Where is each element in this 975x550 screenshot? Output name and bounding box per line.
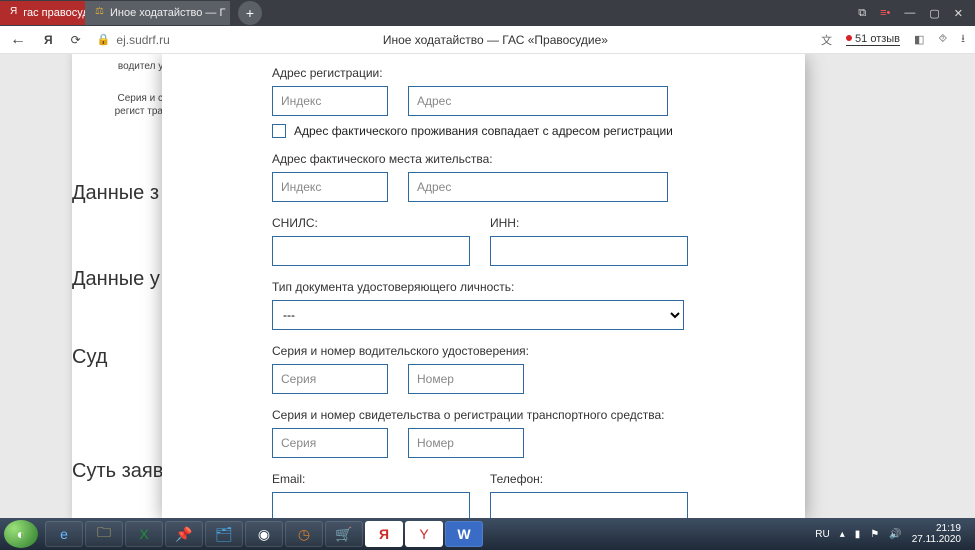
snils-input[interactable] [272,236,470,266]
page-viewport: водител удостове Серия и свидетел регист… [0,54,975,518]
yandex-logo-icon[interactable]: Я [44,33,53,47]
task-word-icon[interactable]: W [445,521,483,547]
tray-chevron-icon[interactable]: ▴ [840,529,845,540]
label-phone: Телефон: [490,472,688,486]
task-pin-icon[interactable]: 📌 [165,521,203,547]
tab-title: гас правосудие официаль [23,7,85,19]
reg-index-input[interactable] [272,86,388,116]
minimize-icon[interactable]: — [904,7,915,19]
scales-icon: ⚖ [95,6,104,20]
drv-series-input[interactable] [272,364,388,394]
same-addr-label: Адрес фактического проживания совпадает … [294,124,673,138]
start-button[interactable]: ◐ [4,520,38,548]
email-input[interactable] [272,492,470,518]
section-heading: Суть заяв [72,460,163,483]
new-tab-button[interactable]: + [238,1,262,25]
reg-addr-input[interactable] [408,86,668,116]
actual-index-input[interactable] [272,172,388,202]
task-cart-icon[interactable]: 🛒 [325,521,363,547]
same-addr-checkbox[interactable] [272,124,286,138]
tray-flag-icon[interactable]: ⚑ [870,529,879,540]
inn-input[interactable] [490,236,688,266]
label-snils: СНИЛС: [272,216,470,230]
task-folder-icon[interactable]: 🗂 [205,521,243,547]
label-drv-lic: Серия и номер водительского удостоверени… [272,344,783,358]
veh-number-input[interactable] [408,428,524,458]
label-inn: ИНН: [490,216,688,230]
maximize-icon[interactable]: ▢ [929,7,939,20]
phone-input[interactable] [490,492,688,518]
url-host: ej.sudrf.ru [116,33,169,47]
menu-dot-icon[interactable]: ≡• [880,7,890,19]
translate-icon[interactable]: 文 [821,32,832,48]
tray-battery-icon[interactable]: ▮ [855,529,861,540]
doc-type-select[interactable]: --- [272,300,684,330]
lock-icon: 🔒 [97,33,111,46]
veh-series-input[interactable] [272,428,388,458]
lang-indicator[interactable]: RU [815,529,829,540]
actual-addr-input[interactable] [408,172,668,202]
browser-tabs-bar: Я гас правосудие официаль ⚖ Иное ходатай… [0,0,975,26]
windows-taskbar: ◐ e 🗀 X 📌 🗂 ◉ ◷ 🛒 Я Y W RU ▴ ▮ ⚑ 🔊 21:19… [0,518,975,550]
copy-icon[interactable]: ⧉ [858,7,866,20]
task-yandex-icon[interactable]: Я [365,521,403,547]
yandex-icon: Я [10,6,17,20]
close-window-icon[interactable]: ✕ [954,7,963,20]
label-email: Email: [272,472,470,486]
window-controls: ⧉ ≡• — ▢ ✕ [858,7,975,20]
label-reg-addr: Адрес регистрации: [272,66,783,80]
task-excel-icon[interactable]: X [125,521,163,547]
tab-active[interactable]: ⚖ Иное ходатайство — Г ✕ [85,1,230,25]
tab-inactive[interactable]: Я гас правосудие официаль [0,1,85,25]
task-chrome-icon[interactable]: ◉ [245,521,283,547]
tray-volume-icon[interactable]: 🔊 [889,529,901,540]
label-actual-addr: Адрес фактического места жительства: [272,152,783,166]
reviews-link[interactable]: 51 отзыв [846,33,900,46]
reload-icon[interactable]: ⟳ [71,33,81,47]
extension-icon[interactable]: ⯑ [938,33,947,46]
address-bar: ← Я ⟳ 🔒 ej.sudrf.ru Иное ходатайство — Г… [0,26,975,54]
url-display[interactable]: 🔒 ej.sudrf.ru [97,33,170,47]
drv-number-input[interactable] [408,364,524,394]
form-modal: Адрес регистрации: Адрес фактического пр… [162,54,805,518]
label-doc-type: Тип документа удостоверяющего личность: [272,280,783,294]
back-icon[interactable]: ← [10,31,26,49]
task-ybrowser-icon[interactable]: Y [405,521,443,547]
page-title: Иное ходатайство — ГАС «Правосудие» [170,33,821,47]
task-explorer-icon[interactable]: 🗀 [85,521,123,547]
section-heading: Данные у [72,268,160,291]
download-icon[interactable]: ⭳ [961,30,965,49]
task-ie-icon[interactable]: e [45,521,83,547]
section-heading: Данные з [72,182,159,205]
clock[interactable]: 21:19 27.11.2020 [912,523,961,545]
section-heading: Суд [72,346,107,369]
tab-title: Иное ходатайство — Г [110,7,225,19]
bookmark-icon[interactable]: ◧ [914,33,924,46]
task-clock-icon[interactable]: ◷ [285,521,323,547]
label-veh-cert: Серия и номер свидетельства о регистраци… [272,408,783,422]
